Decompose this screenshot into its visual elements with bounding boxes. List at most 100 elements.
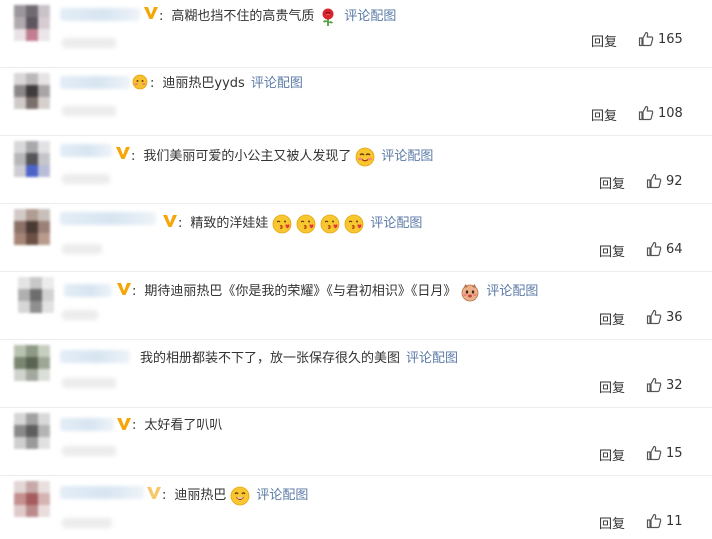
comment-image-link[interactable]: 评论配图 xyxy=(406,350,458,368)
kiss-emoji-icon xyxy=(296,214,316,234)
timestamp xyxy=(62,38,116,48)
comment-item: : 我们美丽可爱的小公主又被人发现了 评论配图 回复 92 xyxy=(0,136,712,204)
comment-text: 精致的洋娃娃 xyxy=(190,216,269,231)
thumbs-up-icon xyxy=(646,513,662,529)
blush-emoji-icon xyxy=(132,74,148,90)
avatar[interactable] xyxy=(14,345,50,381)
rose-icon xyxy=(318,7,338,27)
verified-v-icon xyxy=(115,145,131,161)
avatar[interactable] xyxy=(14,413,50,449)
username[interactable] xyxy=(60,486,144,499)
timestamp xyxy=(62,518,112,528)
like-button[interactable]: 92 xyxy=(646,173,683,189)
username[interactable] xyxy=(60,212,156,225)
comment-image-link[interactable]: 评论配图 xyxy=(344,8,396,26)
like-button[interactable]: 32 xyxy=(646,377,683,393)
avatar[interactable] xyxy=(14,5,50,41)
reply-button[interactable]: 回复 xyxy=(599,241,625,260)
comment-item: : 迪丽热巴yyds 评论配图 回复 108 xyxy=(0,68,712,136)
like-button[interactable]: 11 xyxy=(646,513,683,529)
verified-v-icon xyxy=(162,213,178,229)
like-button[interactable]: 108 xyxy=(638,105,683,121)
comment-text: 太好看了叭叭 xyxy=(144,418,223,433)
username[interactable] xyxy=(60,76,130,89)
username[interactable] xyxy=(60,418,114,431)
timestamp xyxy=(62,174,110,184)
comment-text: 期待迪丽热巴《你是我的荣耀》《与君初相识》《日月》 xyxy=(144,284,457,299)
like-button[interactable]: 64 xyxy=(646,241,683,257)
username[interactable] xyxy=(60,144,112,157)
thumbs-up-icon xyxy=(638,31,654,47)
comment-item: : 太好看了叭叭 回复 15 xyxy=(0,408,712,476)
verified-v-icon xyxy=(116,281,132,297)
comment-image-link[interactable]: 评论配图 xyxy=(370,215,422,233)
comment-body: : 太好看了叭叭 xyxy=(132,418,223,433)
like-button[interactable]: 15 xyxy=(646,445,683,461)
like-button[interactable]: 165 xyxy=(638,31,683,47)
avatar[interactable] xyxy=(18,277,54,313)
reply-button[interactable]: 回复 xyxy=(591,105,617,124)
comment-text: 我的相册都装不下了，放一张保存很久的美图 xyxy=(140,351,401,366)
comment-image-link[interactable]: 评论配图 xyxy=(486,283,538,301)
like-count: 92 xyxy=(666,173,683,189)
like-count: 15 xyxy=(666,445,683,461)
like-count: 36 xyxy=(666,309,683,325)
comment-image-link[interactable]: 评论配图 xyxy=(256,487,308,505)
thumbs-up-icon xyxy=(646,377,662,393)
username[interactable] xyxy=(60,350,130,363)
avatar[interactable] xyxy=(14,481,50,517)
timestamp xyxy=(62,244,102,254)
comment-text: 迪丽热巴yyds xyxy=(162,76,245,91)
kiss-emoji-icon xyxy=(344,214,364,234)
comment-item: : 精致的洋娃娃 评论配图 回复 64 xyxy=(0,204,712,272)
comment-image-link[interactable]: 评论配图 xyxy=(251,75,303,93)
comment-item: : 迪丽热巴 评论配图 回复 11 xyxy=(0,476,712,539)
comment-body: : 迪丽热巴 评论配图 xyxy=(162,486,308,506)
reply-button[interactable]: 回复 xyxy=(599,173,625,192)
comment-feed: : 高糊也挡不住的高贵气质 评论配图 回复 165: 迪丽热巴yyds 评论配… xyxy=(0,0,712,539)
timestamp xyxy=(62,310,98,320)
comment-item: : 期待迪丽热巴《你是我的荣耀》《与君初相识》《日月》 评论配图 回复 36 xyxy=(0,272,712,340)
comment-text: 我们美丽可爱的小公主又被人发现了 xyxy=(143,149,352,164)
thumbs-up-icon xyxy=(646,173,662,189)
kiss-emoji-icon xyxy=(272,214,292,234)
thumbs-up-icon xyxy=(638,105,654,121)
username[interactable] xyxy=(60,8,140,21)
comment-body: : 精致的洋娃娃 评论配图 xyxy=(178,214,422,234)
reply-button[interactable]: 回复 xyxy=(591,31,617,50)
shy-doge-emoji-icon xyxy=(460,282,480,302)
avatar[interactable] xyxy=(14,141,50,177)
timestamp xyxy=(62,106,116,116)
like-count: 165 xyxy=(658,31,683,47)
comment-body: : 期待迪丽热巴《你是我的荣耀》《与君初相识》《日月》 评论配图 xyxy=(132,282,538,302)
username[interactable] xyxy=(64,284,112,297)
reply-button[interactable]: 回复 xyxy=(599,309,625,328)
like-count: 64 xyxy=(666,241,683,257)
like-count: 11 xyxy=(666,513,683,529)
like-count: 32 xyxy=(666,377,683,393)
comment-item: 我的相册都装不下了，放一张保存很久的美图 评论配图 回复 32 xyxy=(0,340,712,408)
reply-button[interactable]: 回复 xyxy=(599,445,625,464)
thumbs-up-icon xyxy=(646,241,662,257)
avatar[interactable] xyxy=(14,209,50,245)
comment-body: : 迪丽热巴yyds 评论配图 xyxy=(150,75,303,93)
blush-emoji-icon xyxy=(355,147,375,167)
verified-v-icon xyxy=(146,485,162,501)
avatar[interactable] xyxy=(14,73,50,109)
reply-button[interactable]: 回复 xyxy=(599,377,625,396)
comment-body: : 我们美丽可爱的小公主又被人发现了 评论配图 xyxy=(131,147,433,167)
comment-body: 我的相册都装不下了，放一张保存很久的美图 评论配图 xyxy=(140,350,458,368)
thumbs-up-icon xyxy=(646,445,662,461)
reply-button[interactable]: 回复 xyxy=(599,513,625,532)
comment-text: 迪丽热巴 xyxy=(174,488,227,503)
like-count: 108 xyxy=(658,105,683,121)
verified-v-icon xyxy=(116,416,132,432)
timestamp xyxy=(62,446,116,456)
verified-v-icon xyxy=(143,5,159,21)
thumbs-up-icon xyxy=(646,309,662,325)
timestamp xyxy=(62,378,116,388)
kiss-emoji-icon xyxy=(320,214,340,234)
comment-image-link[interactable]: 评论配图 xyxy=(381,148,433,166)
comment-text: 高糊也挡不住的高贵气质 xyxy=(171,9,315,24)
like-button[interactable]: 36 xyxy=(646,309,683,325)
